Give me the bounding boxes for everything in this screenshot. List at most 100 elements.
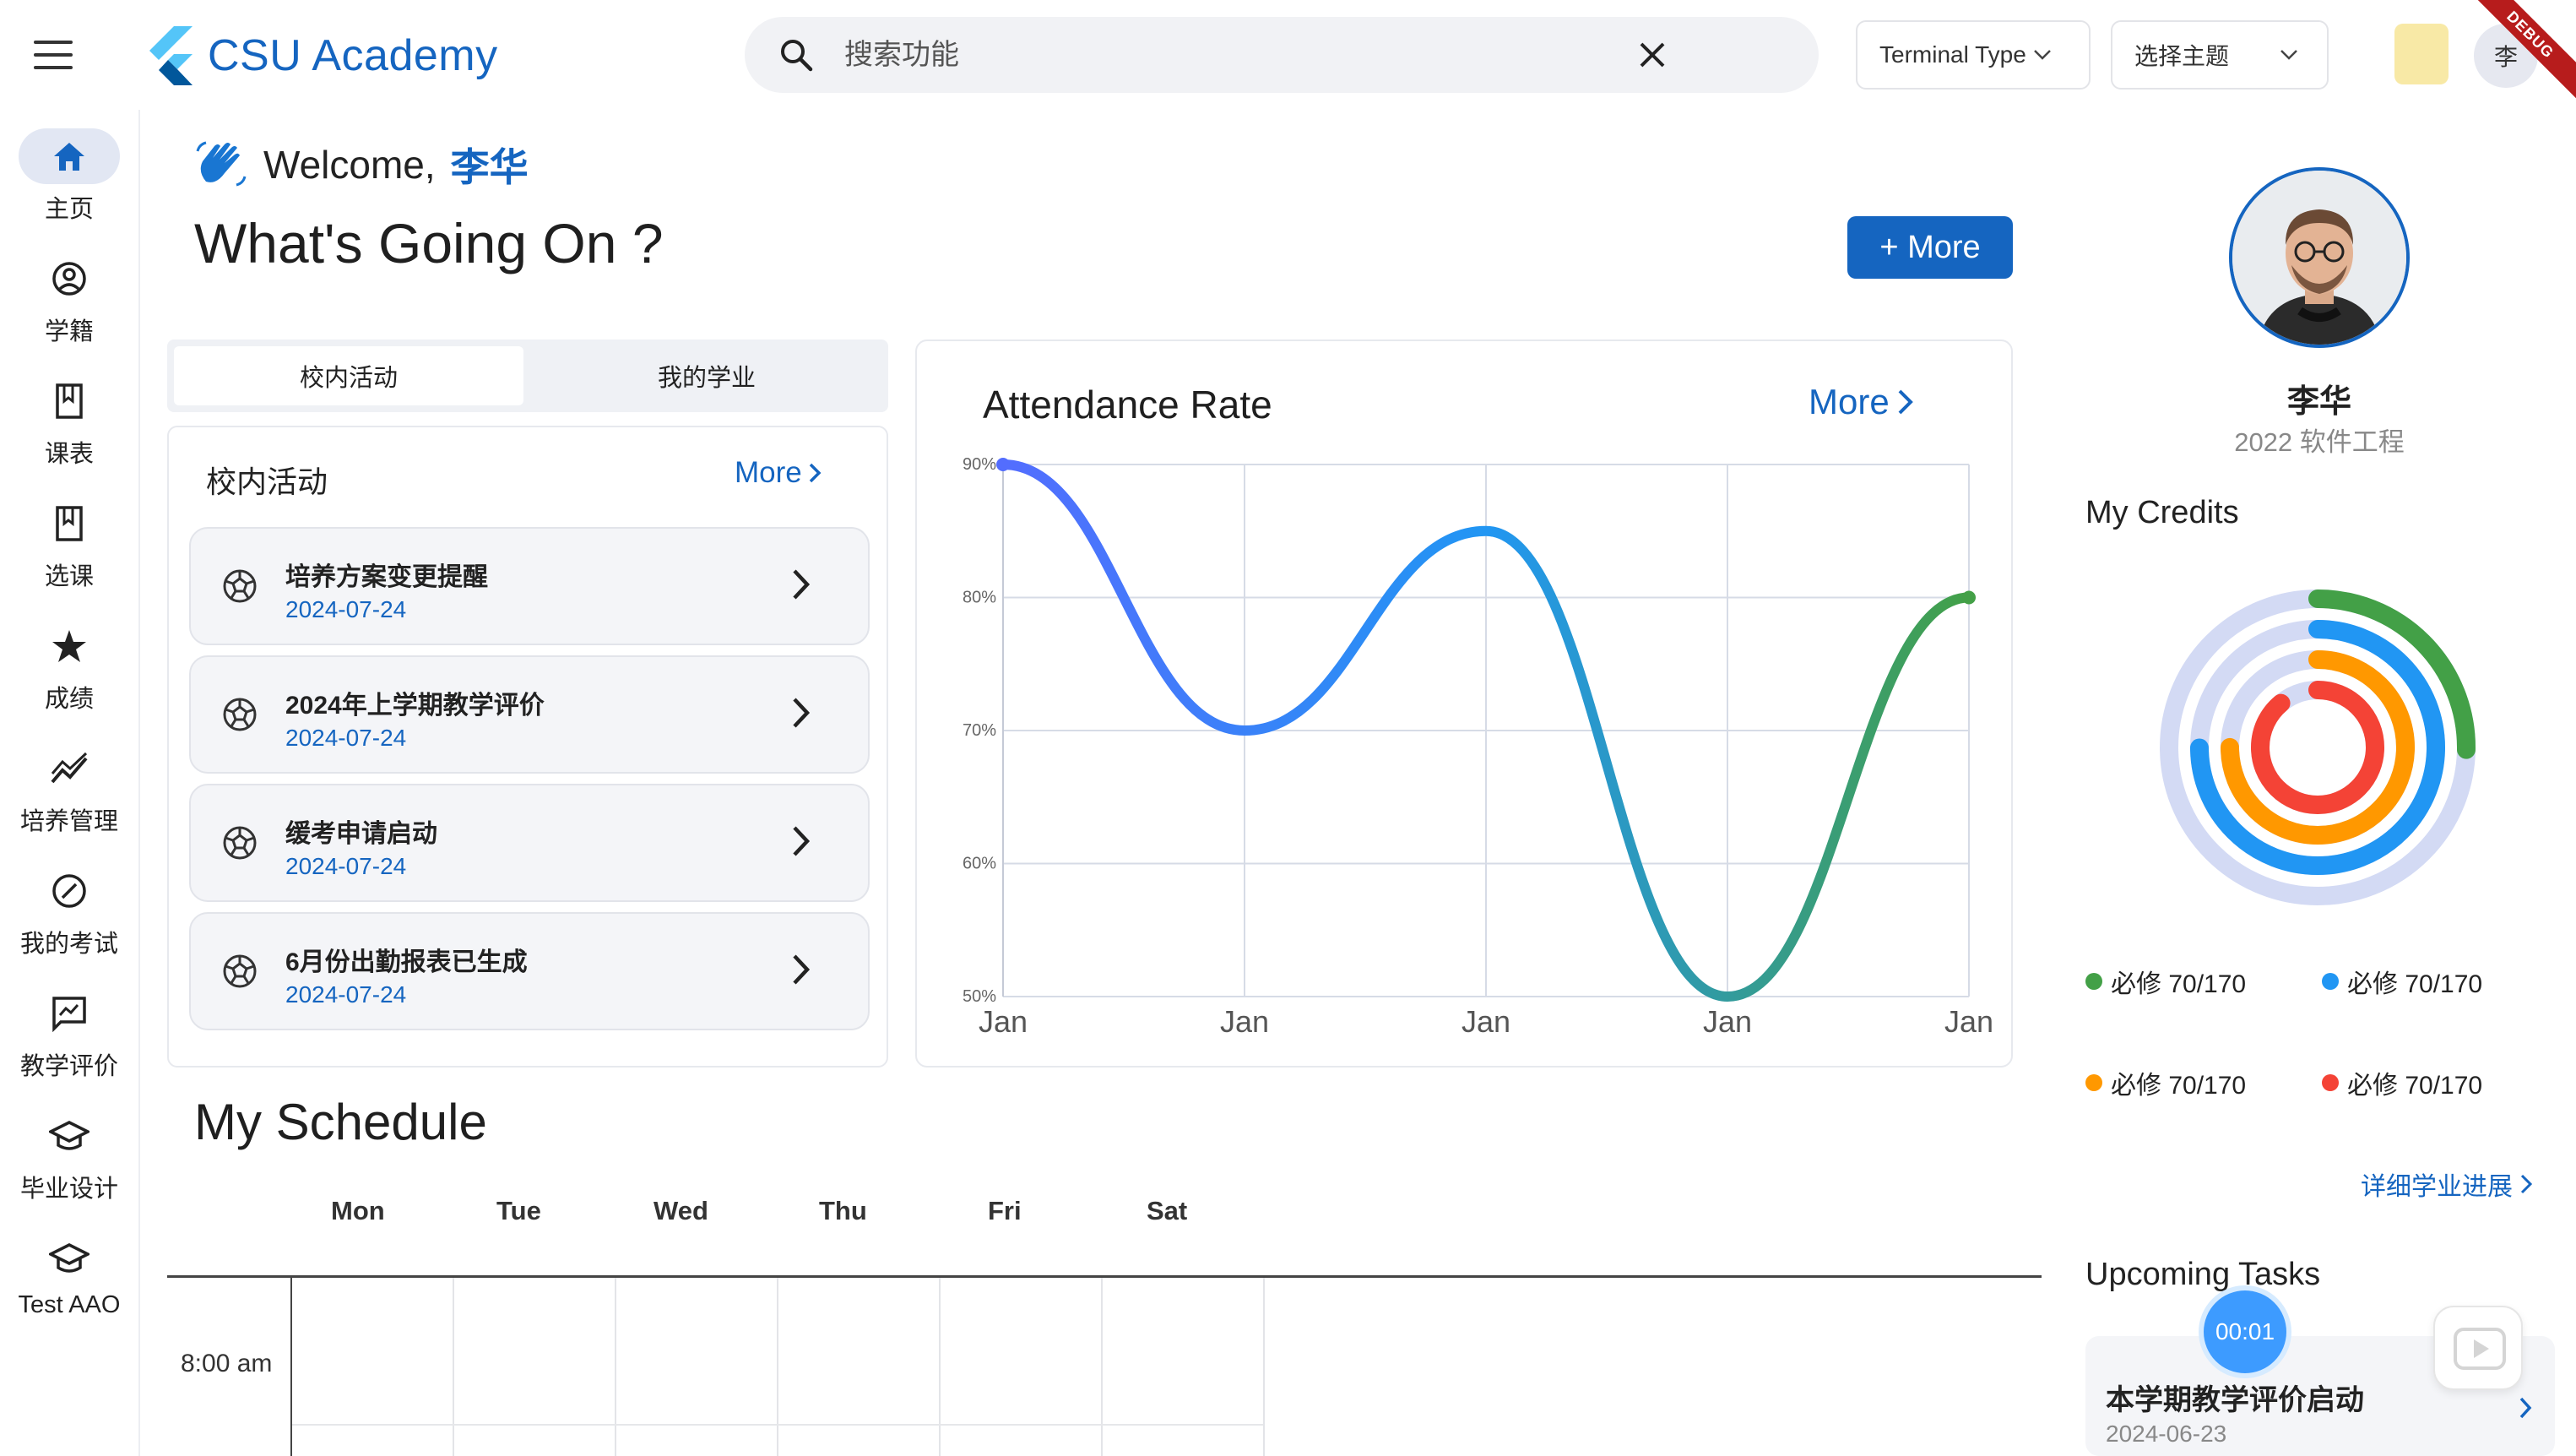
trend-icon — [19, 741, 120, 796]
search-input[interactable] — [844, 32, 1604, 78]
chart-y-tick-label: 80% — [963, 589, 996, 607]
activities-more-label: More — [735, 456, 802, 489]
schedule-header-divider — [167, 1275, 2042, 1278]
legend-dot — [2322, 973, 2339, 990]
flutter-logo-icon — [149, 26, 193, 85]
floating-play-button[interactable] — [2433, 1306, 2523, 1390]
language-chip[interactable] — [2394, 24, 2449, 84]
nav-item-course-selection[interactable]: 选课 — [0, 496, 138, 592]
nav-item-student-status[interactable]: 学籍 — [0, 251, 138, 347]
schedule-column-line — [290, 1278, 292, 1456]
theme-dropdown[interactable]: 选择主题 — [2111, 20, 2329, 90]
study-progress-label: 详细学业进展 — [2361, 1173, 2513, 1201]
feedback-icon — [19, 986, 120, 1041]
schedule-day-header: Tue — [496, 1196, 541, 1225]
activity-item[interactable]: 培养方案变更提醒 2024-07-24 — [189, 527, 870, 645]
avatar-initial: 李 — [2493, 44, 2518, 70]
navigation-rail: 主页 学籍 课表 选课 成绩 培养管理 我的考试 教学评价 毕业设计 Test … — [0, 110, 140, 1456]
chevron-right-icon — [2519, 1397, 2532, 1419]
credits-legend-item: 必修 70/170 — [2322, 963, 2482, 1000]
nav-item-grades[interactable]: 成绩 — [0, 618, 138, 714]
legend-dot — [2085, 1074, 2102, 1091]
chevron-right-icon — [793, 698, 811, 728]
app-title: CSU Academy — [208, 31, 498, 80]
chart-y-tick-label: 90% — [963, 455, 996, 474]
activity-date: 2024-07-24 — [285, 981, 407, 1008]
activities-title: 校内活动 — [206, 465, 328, 499]
nav-item-graduation-design[interactable]: 毕业设计 — [0, 1108, 138, 1204]
activity-item[interactable]: 缓考申请启动 2024-07-24 — [189, 784, 870, 902]
nav-label: 培养管理 — [19, 808, 118, 835]
credits-radial-chart — [2160, 589, 2476, 905]
search-icon[interactable] — [778, 37, 814, 73]
activities-card: 校内活动 More 培养方案变更提醒 2024-07-24 2024年上学期教学评价… — [167, 426, 888, 1068]
page-headline: What's Going On ? — [194, 212, 664, 274]
app-logo[interactable]: CSU Academy — [145, 22, 498, 90]
activity-item[interactable]: 6月份出勤报表已生成 2024-07-24 — [189, 912, 870, 1030]
more-button[interactable]: + More — [1847, 216, 2013, 279]
activity-title: 2024年上学期教学评价 — [285, 692, 545, 720]
bookmark-icon — [19, 496, 120, 551]
compass-icon — [19, 863, 120, 919]
top-app-bar: CSU Academy Terminal Type 选择主题 李 DEBUG — [0, 0, 2576, 110]
task-title: 本学期教学评价启动 — [2106, 1384, 2364, 1416]
schedule-title: My Schedule — [194, 1094, 487, 1150]
star-icon — [19, 618, 120, 674]
schedule-column-line — [777, 1278, 778, 1456]
chart-y-tick-label: 60% — [963, 855, 996, 873]
profile-subtitle: 2022 软件工程 — [2234, 427, 2405, 457]
chart-x-tick-label: Jan — [1462, 1004, 1510, 1039]
nav-label: 毕业设计 — [19, 1176, 118, 1203]
tab-my-studies[interactable]: 我的学业 — [532, 346, 881, 405]
credits-title: My Credits — [2085, 495, 2239, 530]
schedule-column-line — [1101, 1278, 1103, 1456]
chart-y-tick-label: 50% — [963, 987, 996, 1006]
activity-date: 2024-07-24 — [285, 853, 407, 879]
credits-legend-item: 必修 70/170 — [2085, 1064, 2246, 1101]
activities-more-link[interactable]: More — [735, 456, 822, 490]
soccer-ball-icon — [223, 954, 257, 988]
attendance-card: Attendance Rate More 90% 80% 70% 60% 50% Jan J… — [915, 340, 2013, 1068]
schedule-day-header: Wed — [653, 1196, 708, 1225]
floating-timer[interactable]: 00:01 — [2204, 1290, 2286, 1373]
search-bar[interactable] — [745, 17, 1819, 93]
tab-campus-activities[interactable]: 校内活动 — [174, 346, 523, 405]
schedule-day-header: Mon — [331, 1196, 385, 1225]
nav-label: 课表 — [44, 441, 94, 468]
nav-item-my-exams[interactable]: 我的考试 — [0, 863, 138, 959]
study-progress-link[interactable]: 详细学业进展 — [2361, 1165, 2533, 1203]
activity-item[interactable]: 2024年上学期教学评价 2024-07-24 — [189, 655, 870, 774]
schedule-column-line — [615, 1278, 616, 1456]
nav-label: 主页 — [44, 196, 94, 223]
nav-label: 学籍 — [44, 318, 94, 345]
chart-x-tick-label: Jan — [1944, 1004, 1993, 1039]
schedule-time-label: 8:00 am — [181, 1350, 273, 1377]
soccer-ball-icon — [223, 826, 257, 860]
nav-label: Test AAO — [18, 1291, 121, 1318]
nav-label: 我的考试 — [19, 931, 118, 958]
soccer-ball-icon — [223, 569, 257, 603]
close-icon[interactable] — [1635, 37, 1670, 73]
profile-avatar[interactable] — [2229, 167, 2410, 348]
activity-title: 缓考申请启动 — [285, 820, 437, 848]
welcome-banner: Welcome, 李华 — [194, 137, 529, 193]
menu-icon[interactable] — [34, 41, 73, 69]
chart-y-tick-label: 70% — [963, 721, 996, 740]
credits-ring-red — [2251, 681, 2384, 814]
nav-label: 教学评价 — [19, 1053, 118, 1080]
chart-x-tick-label: Jan — [979, 1004, 1028, 1039]
terminal-type-label: Terminal Type — [1879, 41, 2026, 68]
nav-item-home[interactable]: 主页 — [0, 128, 138, 225]
welcome-greeting: Welcome, — [263, 143, 436, 187]
task-date: 2024-06-23 — [2106, 1421, 2227, 1447]
nav-item-training-management[interactable]: 培养管理 — [0, 741, 138, 837]
person-portrait-icon — [2232, 171, 2406, 345]
nav-item-test-aao[interactable]: Test AAO — [0, 1231, 138, 1319]
activity-date: 2024-07-24 — [285, 596, 407, 622]
chevron-right-icon — [793, 569, 811, 600]
terminal-type-dropdown[interactable]: Terminal Type — [1856, 20, 2091, 90]
nav-item-timetable[interactable]: 课表 — [0, 373, 138, 470]
nav-item-teaching-evaluation[interactable]: 教学评价 — [0, 986, 138, 1082]
chart-data-point — [1962, 590, 1976, 605]
chevron-right-icon — [793, 826, 811, 856]
